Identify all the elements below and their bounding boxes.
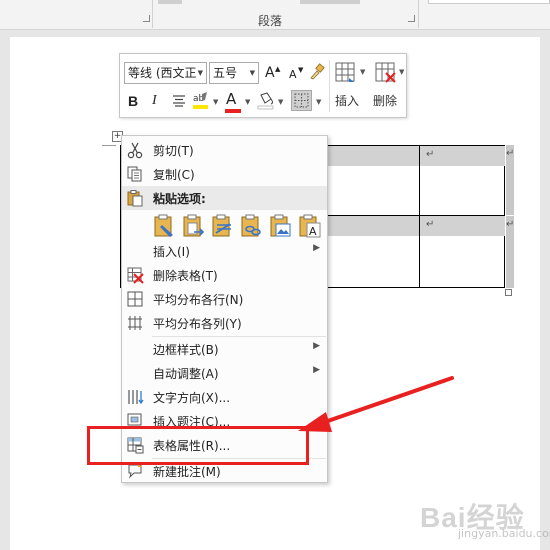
watermark-url: jingyan.baidu.com [458, 527, 550, 540]
annotation-arrow-icon [298, 376, 454, 432]
